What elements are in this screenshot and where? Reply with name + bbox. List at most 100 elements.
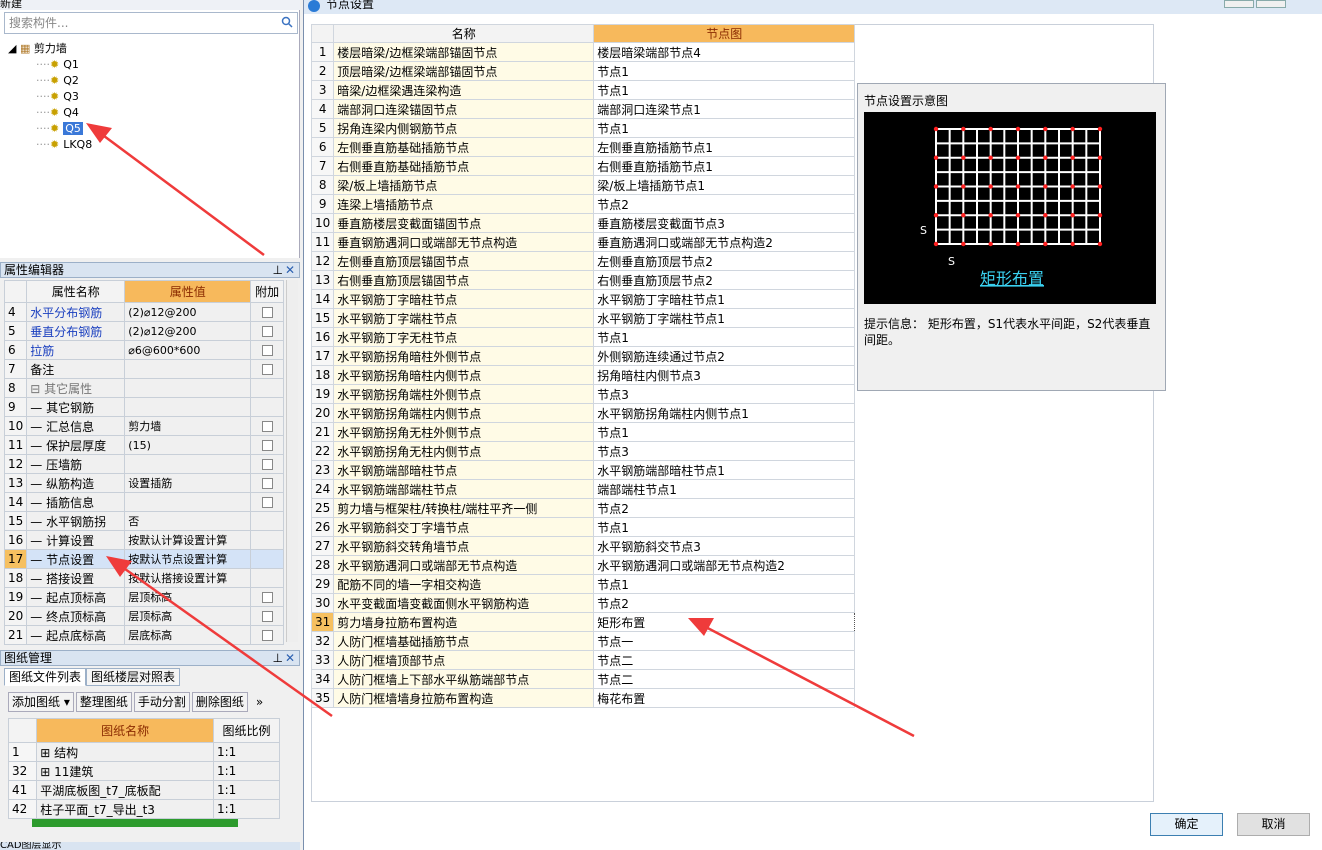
- node-row[interactable]: 25 剪力墙与框架柱/转换柱/端柱平齐一侧 节点2: [310, 498, 856, 518]
- drawing-row[interactable]: 42 柱子平面_t7_导出_t3 1:1: [7, 799, 280, 819]
- node-row[interactable]: 15 水平钢筋丁字端柱节点 水平钢筋丁字端柱节点1: [310, 308, 856, 328]
- property-value[interactable]: 层顶标高: [124, 587, 252, 607]
- node-diagram-value[interactable]: 矩形布置: [593, 612, 856, 632]
- node-row[interactable]: 35 人防门框墙墙身拉筋布置构造 梅花布置: [310, 688, 856, 708]
- property-value[interactable]: ⌀6@600*600: [124, 340, 252, 360]
- property-value[interactable]: (15): [124, 435, 252, 455]
- close-icon[interactable]: ✕: [285, 263, 295, 277]
- drawing-row[interactable]: 1 ⊞ 结构 1:1: [7, 742, 280, 762]
- node-row[interactable]: 7 右侧垂直筋基础插筋节点 右侧垂直筋插筋节点1: [310, 156, 856, 176]
- extra-checkbox[interactable]: [261, 630, 273, 641]
- extra-checkbox[interactable]: [261, 440, 273, 451]
- tree-item[interactable]: ····✹ LKQ8: [36, 137, 92, 153]
- node-diagram-value[interactable]: 节点2: [593, 593, 856, 613]
- node-row[interactable]: 14 水平钢筋丁字暗柱节点 水平钢筋丁字暗柱节点1: [310, 289, 856, 309]
- node-row[interactable]: 22 水平钢筋拐角无柱内侧节点 节点3: [310, 441, 856, 461]
- node-diagram-value[interactable]: 拐角暗柱内侧节点3: [593, 365, 856, 385]
- tree-item[interactable]: ····✹ Q3: [36, 89, 79, 105]
- property-value[interactable]: 层顶标高: [124, 606, 252, 626]
- node-diagram-value[interactable]: 右侧垂直筋顶层节点2: [593, 270, 856, 290]
- node-diagram-value[interactable]: 节点1: [593, 327, 856, 347]
- node-diagram-value[interactable]: 节点3: [593, 441, 856, 461]
- node-diagram-value[interactable]: 外侧钢筋连续通过节点2: [593, 346, 856, 366]
- node-row[interactable]: 31 剪力墙身拉筋布置构造 矩形布置: [310, 612, 856, 632]
- node-row[interactable]: 21 水平钢筋拐角无柱外侧节点 节点1: [310, 422, 856, 442]
- property-row[interactable]: 4 水平分布钢筋 (2)⌀12@200: [3, 302, 284, 322]
- property-row[interactable]: 6 拉筋 ⌀6@600*600: [3, 340, 284, 360]
- extra-checkbox[interactable]: [261, 592, 273, 603]
- node-row[interactable]: 20 水平钢筋拐角端柱内侧节点 水平钢筋拐角端柱内侧节点1: [310, 403, 856, 423]
- selected-drawing-row[interactable]: [32, 819, 238, 827]
- ok-button[interactable]: 确定: [1150, 813, 1223, 836]
- property-row[interactable]: 12— 压墙筋: [3, 454, 284, 474]
- node-diagram-value[interactable]: 端部洞口连梁节点1: [593, 99, 856, 119]
- node-diagram-value[interactable]: 垂直筋遇洞口或端部无节点构造2: [593, 232, 856, 252]
- col-prop-extra[interactable]: 附加: [250, 280, 284, 303]
- node-row[interactable]: 2 顶层暗梁/边框梁端部锚固节点 节点1: [310, 61, 856, 81]
- extra-checkbox[interactable]: [261, 326, 273, 337]
- property-row[interactable]: 7 备注: [3, 359, 284, 379]
- node-row[interactable]: 1 楼层暗梁/边框梁端部锚固节点 楼层暗梁端部节点4: [310, 42, 856, 62]
- close-icon[interactable]: ✕: [285, 651, 295, 665]
- col-name[interactable]: 名称: [333, 24, 595, 43]
- node-diagram-value[interactable]: 左侧垂直筋顶层节点2: [593, 251, 856, 271]
- node-diagram-value[interactable]: 节点一: [593, 631, 856, 651]
- dropdown-icon[interactable]: ▾: [64, 695, 70, 709]
- node-diagram-value[interactable]: 水平钢筋斜交节点3: [593, 536, 856, 556]
- property-row[interactable]: 17— 节点设置 按默认节点设置计算: [3, 549, 284, 569]
- node-row[interactable]: 29 配筋不同的墙一字相交构造 节点1: [310, 574, 856, 594]
- property-value[interactable]: [124, 397, 252, 417]
- node-row[interactable]: 17 水平钢筋拐角暗柱外侧节点 外侧钢筋连续通过节点2: [310, 346, 856, 366]
- node-diagram-value[interactable]: 右侧垂直筋插筋节点1: [593, 156, 856, 176]
- property-scrollbar[interactable]: [286, 280, 298, 642]
- node-row[interactable]: 10 垂直筋楼层变截面锚固节点 垂直筋楼层变截面节点3: [310, 213, 856, 233]
- property-value[interactable]: 按默认计算设置计算: [124, 530, 252, 550]
- property-value[interactable]: 层底标高: [124, 625, 252, 645]
- property-value[interactable]: 设置插筋: [124, 473, 252, 493]
- tab-floor-map[interactable]: 图纸楼层对照表: [86, 668, 181, 686]
- property-value[interactable]: [124, 454, 252, 474]
- property-row[interactable]: 5 垂直分布钢筋 (2)⌀12@200: [3, 321, 284, 341]
- node-diagram-value[interactable]: 节点2: [593, 498, 856, 518]
- property-value[interactable]: (2)⌀12@200: [124, 321, 252, 341]
- property-row[interactable]: 21— 起点底标高 层底标高: [3, 625, 284, 645]
- minimize-icon[interactable]: [1224, 0, 1254, 8]
- drawing-row[interactable]: 41 平湖底板图_t7_底板配 1:1: [7, 780, 280, 800]
- node-row[interactable]: 28 水平钢筋遇洞口或端部无节点构造 水平钢筋遇洞口或端部无节点构造2: [310, 555, 856, 575]
- col-drawing-scale[interactable]: 图纸比例: [213, 718, 280, 743]
- property-value[interactable]: 剪力墙: [124, 416, 252, 436]
- node-diagram-value[interactable]: 垂直筋楼层变截面节点3: [593, 213, 856, 233]
- maximize-icon[interactable]: [1256, 0, 1286, 8]
- collapse-icon[interactable]: ◢: [8, 42, 20, 55]
- node-row[interactable]: 16 水平钢筋丁字无柱节点 节点1: [310, 327, 856, 347]
- property-row[interactable]: 13— 纵筋构造 设置插筋: [3, 473, 284, 493]
- col-drawing-name[interactable]: 图纸名称: [36, 718, 214, 743]
- add-drawing-button[interactable]: 添加图纸 ▾: [8, 692, 74, 712]
- node-row[interactable]: 26 水平钢筋斜交丁字墙节点 节点1: [310, 517, 856, 537]
- node-row[interactable]: 30 水平变截面墙变截面侧水平钢筋构造 节点2: [310, 593, 856, 613]
- tree-item[interactable]: ····✹ Q4: [36, 105, 79, 121]
- extra-checkbox[interactable]: [261, 497, 273, 508]
- delete-drawing-button[interactable]: 删除图纸: [191, 692, 248, 712]
- property-row[interactable]: 14— 插筋信息: [3, 492, 284, 512]
- tree-item[interactable]: ····✹ Q5: [36, 121, 83, 137]
- extra-checkbox[interactable]: [261, 307, 273, 318]
- extra-checkbox[interactable]: [261, 364, 273, 375]
- node-diagram-value[interactable]: 水平钢筋遇洞口或端部无节点构造2: [593, 555, 856, 575]
- col-prop-name[interactable]: 属性名称: [26, 280, 126, 303]
- node-row[interactable]: 34 人防门框墙上下部水平纵筋端部节点 节点二: [310, 669, 856, 689]
- node-diagram-value[interactable]: 节点二: [593, 669, 856, 689]
- property-row[interactable]: 15— 水平钢筋拐否: [3, 511, 284, 531]
- extra-checkbox[interactable]: [261, 478, 273, 489]
- property-value[interactable]: [124, 492, 252, 512]
- node-row[interactable]: 32 人防门框墙基础插筋节点 节点一: [310, 631, 856, 651]
- node-row[interactable]: 4 端部洞口连梁锚固节点 端部洞口连梁节点1: [310, 99, 856, 119]
- extra-checkbox[interactable]: [261, 421, 273, 432]
- node-row[interactable]: 3 暗梁/边框梁遇连梁构造 节点1: [310, 80, 856, 100]
- node-diagram-value[interactable]: 水平钢筋拐角端柱内侧节点1: [593, 403, 856, 423]
- pin-icon[interactable]: ⊥: [273, 263, 283, 277]
- drawing-row[interactable]: 32 ⊞ 11建筑 1:1: [7, 761, 280, 781]
- node-diagram-value[interactable]: 节点二: [593, 650, 856, 670]
- tree-item[interactable]: ····✹ Q1: [36, 57, 79, 73]
- property-row[interactable]: 11— 保护层厚度 (15): [3, 435, 284, 455]
